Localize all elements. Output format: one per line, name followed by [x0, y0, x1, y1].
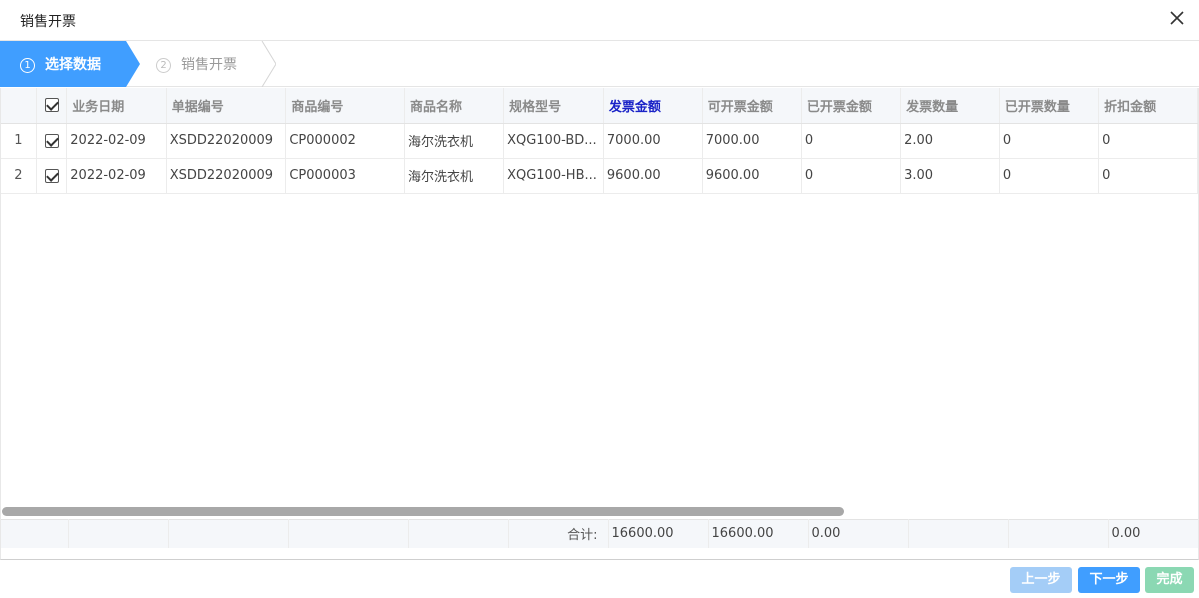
header-item-name[interactable]: 商品名称: [404, 88, 505, 124]
header-item-no[interactable]: 商品编号: [285, 88, 405, 124]
cell-spec: XQG100-BD...: [503, 123, 604, 159]
cell-invoiced-qty: 0: [999, 123, 1100, 159]
step-number: 2: [156, 58, 171, 73]
summary-invoiced-amount: 0.00: [808, 519, 909, 548]
summary-available-amount: 16600.00: [708, 519, 809, 548]
header-date[interactable]: 业务日期: [66, 88, 167, 124]
step-label: 选择数据: [45, 57, 101, 73]
cell-available-amount: 7000.00: [702, 123, 802, 159]
summary-row: 合计: 16600.00 16600.00 0.00 0.00: [1, 519, 1198, 548]
cell-available-amount: 9600.00: [702, 158, 802, 194]
step-number: 1: [20, 58, 35, 73]
prev-step-button[interactable]: 上一步: [1010, 567, 1072, 593]
header-doc-no[interactable]: 单据编号: [166, 88, 287, 124]
dialog-titlebar: 销售开票: [0, 0, 1199, 41]
table-header: 业务日期 单据编号 商品编号 商品名称 规格型号 发票金额 可开票金额 已开票金…: [1, 88, 1198, 124]
grid-table: 业务日期 单据编号 商品编号 商品名称 规格型号 发票金额 可开票金额 已开票金…: [1, 88, 1198, 194]
cell-invoiced-qty: 0: [999, 158, 1100, 194]
step-sales-invoice: 2 销售开票: [126, 41, 276, 87]
header-index: [1, 88, 37, 124]
cell-discount: 0: [1098, 123, 1198, 159]
cell-date: 2022-02-09: [66, 158, 167, 194]
finish-button[interactable]: 完成: [1145, 567, 1194, 593]
row-checkbox[interactable]: [36, 123, 68, 159]
cell-item-name: 海尔洗衣机: [404, 158, 505, 194]
cell-doc-no: XSDD22020009: [166, 158, 287, 194]
horizontal-scrollbar[interactable]: [2, 507, 844, 516]
header-invoice-qty[interactable]: 发票数量: [900, 88, 1000, 124]
cell-invoiced-amount: 0: [801, 123, 902, 159]
step-indicator: 1 选择数据 2 销售开票: [0, 41, 1199, 87]
cell-discount: 0: [1098, 158, 1198, 194]
header-invoiced-amount[interactable]: 已开票金额: [801, 88, 902, 124]
cell-item-no: CP000002: [285, 123, 405, 159]
step-label: 销售开票: [181, 57, 237, 73]
data-grid: 业务日期 单据编号 商品编号 商品名称 规格型号 发票金额 可开票金额 已开票金…: [0, 88, 1199, 560]
close-icon[interactable]: [1167, 8, 1187, 28]
table-row[interactable]: 2 2022-02-09 XSDD22020009 CP000003 海尔洗衣机…: [1, 158, 1198, 194]
cell-spec: XQG100-HB...: [503, 158, 604, 194]
cell-invoice-amount[interactable]: 7000.00: [603, 123, 703, 159]
cell-item-no: CP000003: [285, 158, 405, 194]
cell-invoice-qty: 3.00: [900, 158, 1000, 194]
cell-doc-no: XSDD22020009: [166, 123, 287, 159]
cell-invoiced-amount: 0: [801, 158, 902, 194]
summary-label: 合计:: [508, 519, 609, 548]
header-checkbox[interactable]: [36, 88, 68, 124]
cell-invoice-amount[interactable]: 9600.00: [603, 158, 703, 194]
table-row[interactable]: 1 2022-02-09 XSDD22020009 CP000002 海尔洗衣机…: [1, 123, 1198, 159]
next-step-button[interactable]: 下一步: [1078, 567, 1140, 593]
step-select-data: 1 选择数据: [0, 41, 140, 87]
cell-invoice-qty: 2.00: [900, 123, 1000, 159]
row-checkbox[interactable]: [36, 158, 68, 194]
header-invoice-amount[interactable]: 发票金额: [603, 88, 703, 124]
cell-item-name: 海尔洗衣机: [404, 123, 505, 159]
row-index: 2: [1, 158, 37, 194]
header-discount[interactable]: 折扣金额: [1098, 88, 1198, 124]
header-spec[interactable]: 规格型号: [503, 88, 604, 124]
summary-invoice-amount: 16600.00: [608, 519, 709, 548]
header-available-amount[interactable]: 可开票金额: [702, 88, 802, 124]
header-invoiced-qty[interactable]: 已开票数量: [999, 88, 1100, 124]
summary-discount: 0.00: [1108, 519, 1198, 548]
dialog-title: 销售开票: [20, 14, 76, 30]
cell-date: 2022-02-09: [66, 123, 167, 159]
row-index: 1: [1, 123, 37, 159]
